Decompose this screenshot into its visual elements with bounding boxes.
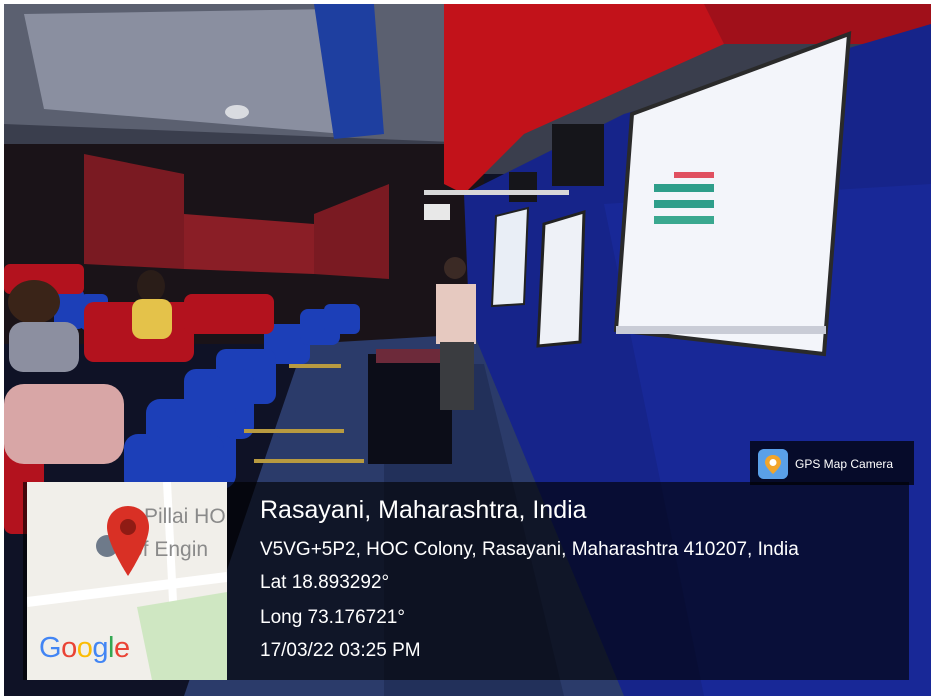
address-text: V5VG+5P2, HOC Colony, Rasayani, Maharash… — [260, 539, 799, 560]
google-logo-letter: o — [61, 632, 77, 664]
place-title: Rasayani, Maharashtra, India — [260, 496, 587, 524]
map-place-label: Pillai HO — [144, 505, 226, 528]
longitude-text: Long 73.176721° — [260, 607, 405, 628]
google-logo: Google — [39, 632, 130, 665]
latitude-text: Lat 18.893292° — [260, 572, 390, 593]
map-thumbnail: Pillai HO of Engin Google — [27, 482, 227, 680]
badge-label: GPS Map Camera — [795, 457, 894, 471]
gps-map-camera-icon — [758, 449, 788, 479]
google-logo-letter: o — [76, 632, 93, 664]
google-logo-letter: G — [39, 632, 62, 664]
google-logo-letter: g — [92, 632, 108, 664]
gps-map-camera-badge: GPS Map Camera — [750, 441, 914, 485]
timestamp-text: 17/03/22 03:25 PM — [260, 640, 421, 661]
google-logo-letter: e — [113, 632, 130, 664]
map-pin-icon — [107, 506, 149, 576]
